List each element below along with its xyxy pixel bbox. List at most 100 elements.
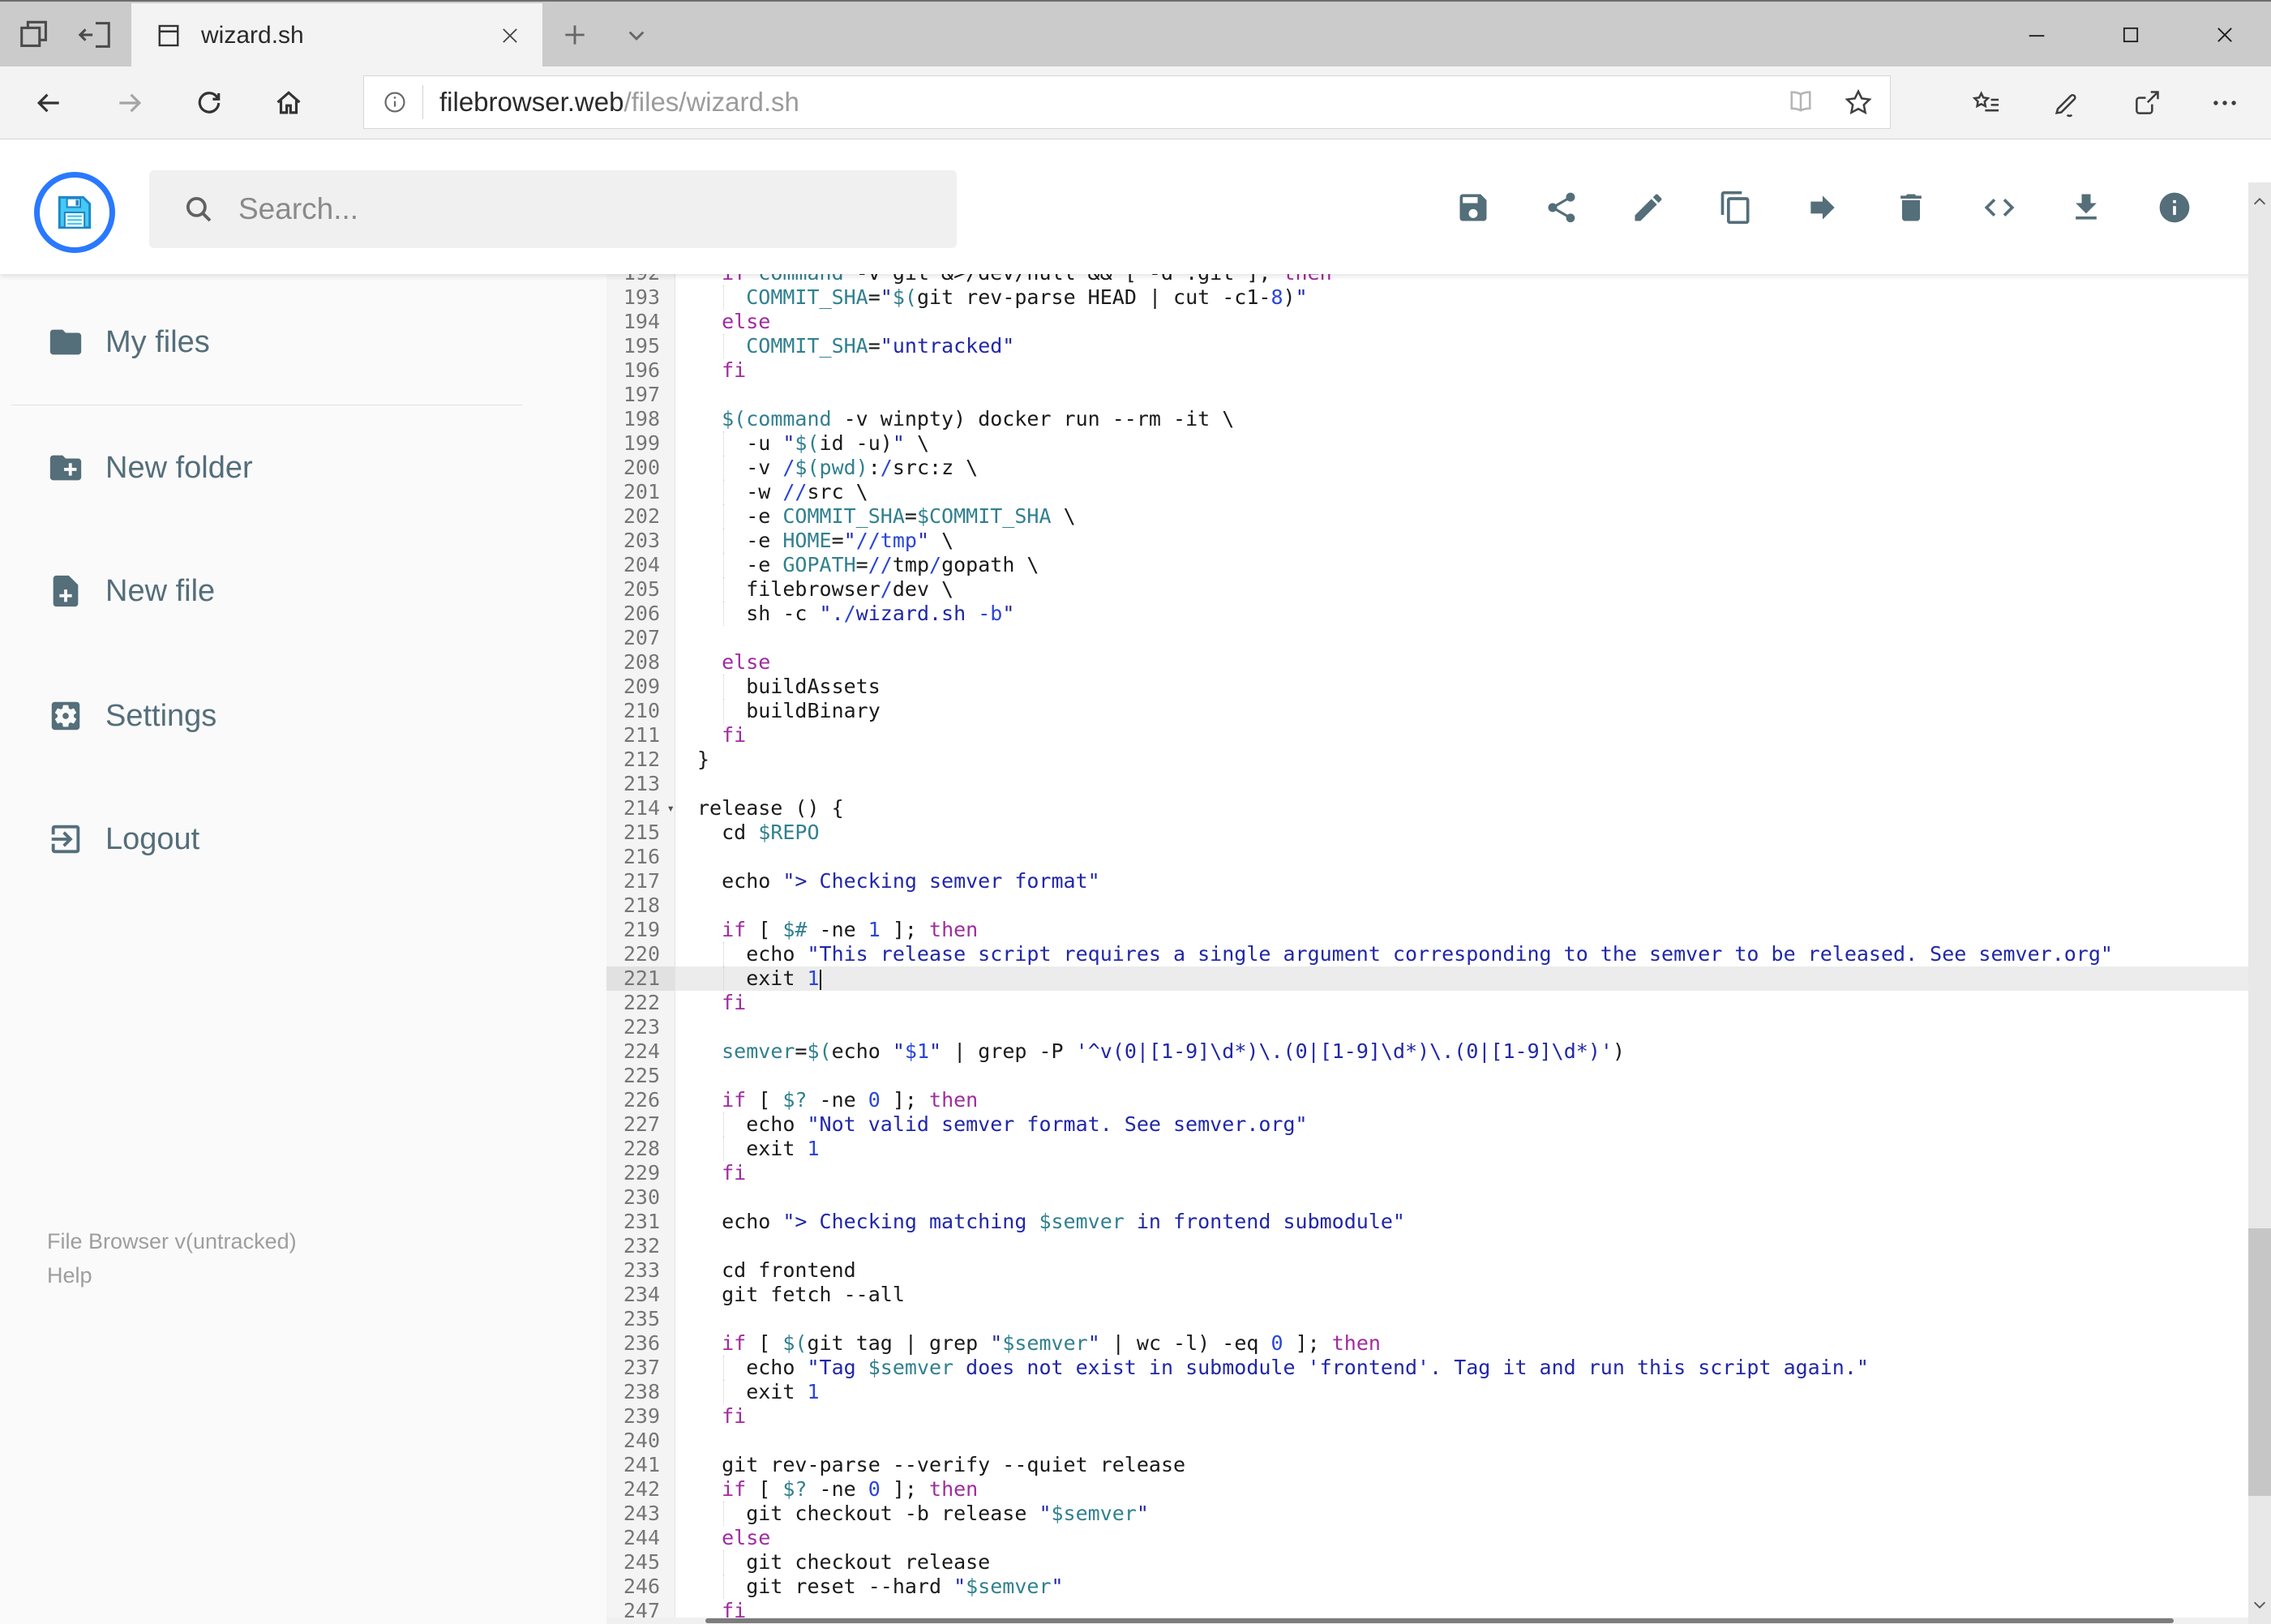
rename-button[interactable] [1622, 182, 1674, 234]
code-editor[interactable]: 192 if command -v git &>/dev/null && [ -… [606, 274, 2248, 1624]
fold-arrow-icon[interactable]: ▾ [666, 797, 675, 820]
code-line[interactable]: 232 [606, 1234, 2248, 1258]
code-line[interactable]: 201 -w //src \ [606, 480, 2248, 504]
code-line[interactable]: 233 cd frontend [606, 1258, 2248, 1283]
code-line[interactable]: 241 git rev-parse --verify --quiet relea… [606, 1453, 2248, 1477]
code-line[interactable]: 213 [606, 772, 2248, 796]
scroll-down-arrow[interactable] [2248, 1588, 2271, 1621]
info-button[interactable] [2149, 182, 2200, 234]
code-line[interactable]: 196 fi [606, 358, 2248, 383]
code-line[interactable]: 223 [606, 1015, 2248, 1039]
code-line[interactable]: 208 else [606, 650, 2248, 675]
code-line[interactable]: 245 git checkout release [606, 1550, 2248, 1575]
code-line[interactable]: 204 -e GOPATH=//tmp/gopath \ [606, 553, 2248, 577]
code-line[interactable]: 243 git checkout -b release "$semver" [606, 1502, 2248, 1526]
maximize-button[interactable] [2089, 2, 2173, 68]
code-line[interactable]: 206 sh -c "./wizard.sh -b" [606, 602, 2248, 626]
sidebar-item-logout[interactable]: Logout [0, 813, 606, 865]
code-line[interactable]: 209 buildAssets [606, 675, 2248, 699]
code-line[interactable]: 226 if [ $? -ne 0 ]; then [606, 1088, 2248, 1112]
hub-button[interactable] [1964, 80, 2009, 126]
download-button[interactable] [2060, 182, 2112, 234]
sidebar-item-new-file[interactable]: New file [0, 565, 606, 617]
horizontal-scrollbar-thumb[interactable] [705, 1618, 2174, 1623]
tab-close-button[interactable] [494, 19, 526, 52]
new-tab-button[interactable] [553, 13, 597, 57]
code-line[interactable]: 217 echo "> Checking semver format" [606, 869, 2248, 893]
code-line[interactable]: 220 echo "This release script requires a… [606, 942, 2248, 966]
copy-button[interactable] [1710, 182, 1762, 234]
sidebar-item-new-folder[interactable]: New folder [0, 442, 606, 494]
sidebar-item-settings[interactable]: Settings [0, 690, 606, 742]
code-line[interactable]: 211 fi [606, 723, 2248, 748]
tab-preview-button[interactable] [13, 13, 57, 57]
browser-tab[interactable]: wizard.sh [131, 3, 542, 68]
code-line[interactable]: 216 [606, 845, 2248, 869]
forward-button[interactable] [107, 80, 152, 126]
code-line[interactable]: 219 if [ $# -ne 1 ]; then [606, 918, 2248, 942]
home-button[interactable] [266, 80, 311, 126]
search-input[interactable] [237, 191, 889, 227]
code-line[interactable]: 197 [606, 383, 2248, 407]
code-line[interactable]: 200 -v /$(pwd):/src:z \ [606, 456, 2248, 480]
code-line[interactable]: 237 echo "Tag $semver does not exist in … [606, 1356, 2248, 1380]
page-scrollbar[interactable] [2248, 182, 2271, 1624]
page-info-icon[interactable] [382, 89, 408, 115]
code-line[interactable]: 198 $(command -v winpty) docker run --rm… [606, 407, 2248, 431]
code-line[interactable]: 194 else [606, 310, 2248, 334]
horizontal-scrollbar[interactable] [606, 1618, 2248, 1624]
code-line[interactable]: 199 -u "$(id -u)" \ [606, 431, 2248, 456]
tabs-set-aside-button[interactable] [73, 13, 117, 57]
code-line[interactable]: 224 semver=$(echo "$1" | grep -P '^v(0|[… [606, 1039, 2248, 1064]
code-line[interactable]: 205 filebrowser/dev \ [606, 577, 2248, 602]
favorite-star-icon[interactable] [1843, 87, 1874, 118]
code-line[interactable]: 236 if [ $(git tag | grep "$semver" | wc… [606, 1331, 2248, 1356]
scroll-up-arrow[interactable] [2248, 186, 2271, 218]
save-button[interactable] [1447, 182, 1499, 234]
code-line[interactable]: 242 if [ $? -ne 0 ]; then [606, 1477, 2248, 1502]
code-line[interactable]: 246 git reset --hard "$semver" [606, 1575, 2248, 1599]
tab-list-dropdown-button[interactable] [615, 13, 658, 57]
code-line[interactable]: 210 buildBinary [606, 699, 2248, 723]
close-window-button[interactable] [2183, 2, 2267, 68]
code-line[interactable]: 228 exit 1 [606, 1137, 2248, 1161]
code-line[interactable]: 244 else [606, 1526, 2248, 1550]
more-button[interactable] [2202, 80, 2247, 126]
code-line[interactable]: 222 fi [606, 991, 2248, 1015]
code-line[interactable]: 227 echo "Not valid semver format. See s… [606, 1112, 2248, 1137]
web-note-button[interactable] [2043, 80, 2089, 126]
code-line[interactable]: 231 echo "> Checking matching $semver in… [606, 1210, 2248, 1234]
filebrowser-logo[interactable] [34, 172, 115, 253]
code-line[interactable]: 215 cd $REPO [606, 821, 2248, 845]
delete-button[interactable] [1885, 182, 1937, 234]
help-link[interactable]: Help [47, 1258, 297, 1292]
code-line[interactable]: 203 -e HOME="//tmp" \ [606, 529, 2248, 553]
code-line[interactable]: 235 [606, 1307, 2248, 1331]
back-button[interactable] [26, 80, 71, 126]
code-line[interactable]: 214 ▾ release () { [606, 796, 2248, 821]
code-line[interactable]: 193 COMMIT_SHA="$(git rev-parse HEAD | c… [606, 285, 2248, 310]
refresh-button[interactable] [186, 80, 232, 126]
code-line[interactable]: 240 [606, 1429, 2248, 1453]
code-line[interactable]: 218 [606, 893, 2248, 918]
code-line[interactable]: 192 if command -v git &>/dev/null && [ -… [606, 274, 2248, 285]
code-line[interactable]: 212} [606, 748, 2248, 772]
code-line[interactable]: 202 -e COMMIT_SHA=$COMMIT_SHA \ [606, 504, 2248, 529]
code-line[interactable]: 195 COMMIT_SHA="untracked" [606, 334, 2248, 358]
scrollbar-thumb[interactable] [2248, 1228, 2271, 1496]
search-bar[interactable] [149, 170, 957, 248]
move-button[interactable] [1797, 182, 1849, 234]
share-file-button[interactable] [1536, 182, 1588, 234]
code-line[interactable]: 234 git fetch --all [606, 1283, 2248, 1307]
code-line[interactable]: 229 fi [606, 1161, 2248, 1185]
code-view-button[interactable] [1973, 182, 2025, 234]
code-line[interactable]: 225 [606, 1064, 2248, 1088]
code-line[interactable]: 221 exit 1 [606, 966, 2248, 991]
minimize-button[interactable] [1995, 2, 2079, 68]
reading-view-icon[interactable] [1786, 88, 1815, 117]
share-button[interactable] [2124, 80, 2170, 126]
sidebar-item-my-files[interactable]: My files [0, 316, 606, 368]
address-bar[interactable]: filebrowser.web/files/wizard.sh [363, 75, 1891, 129]
code-line[interactable]: 230 [606, 1185, 2248, 1210]
code-line[interactable]: 239 fi [606, 1404, 2248, 1429]
